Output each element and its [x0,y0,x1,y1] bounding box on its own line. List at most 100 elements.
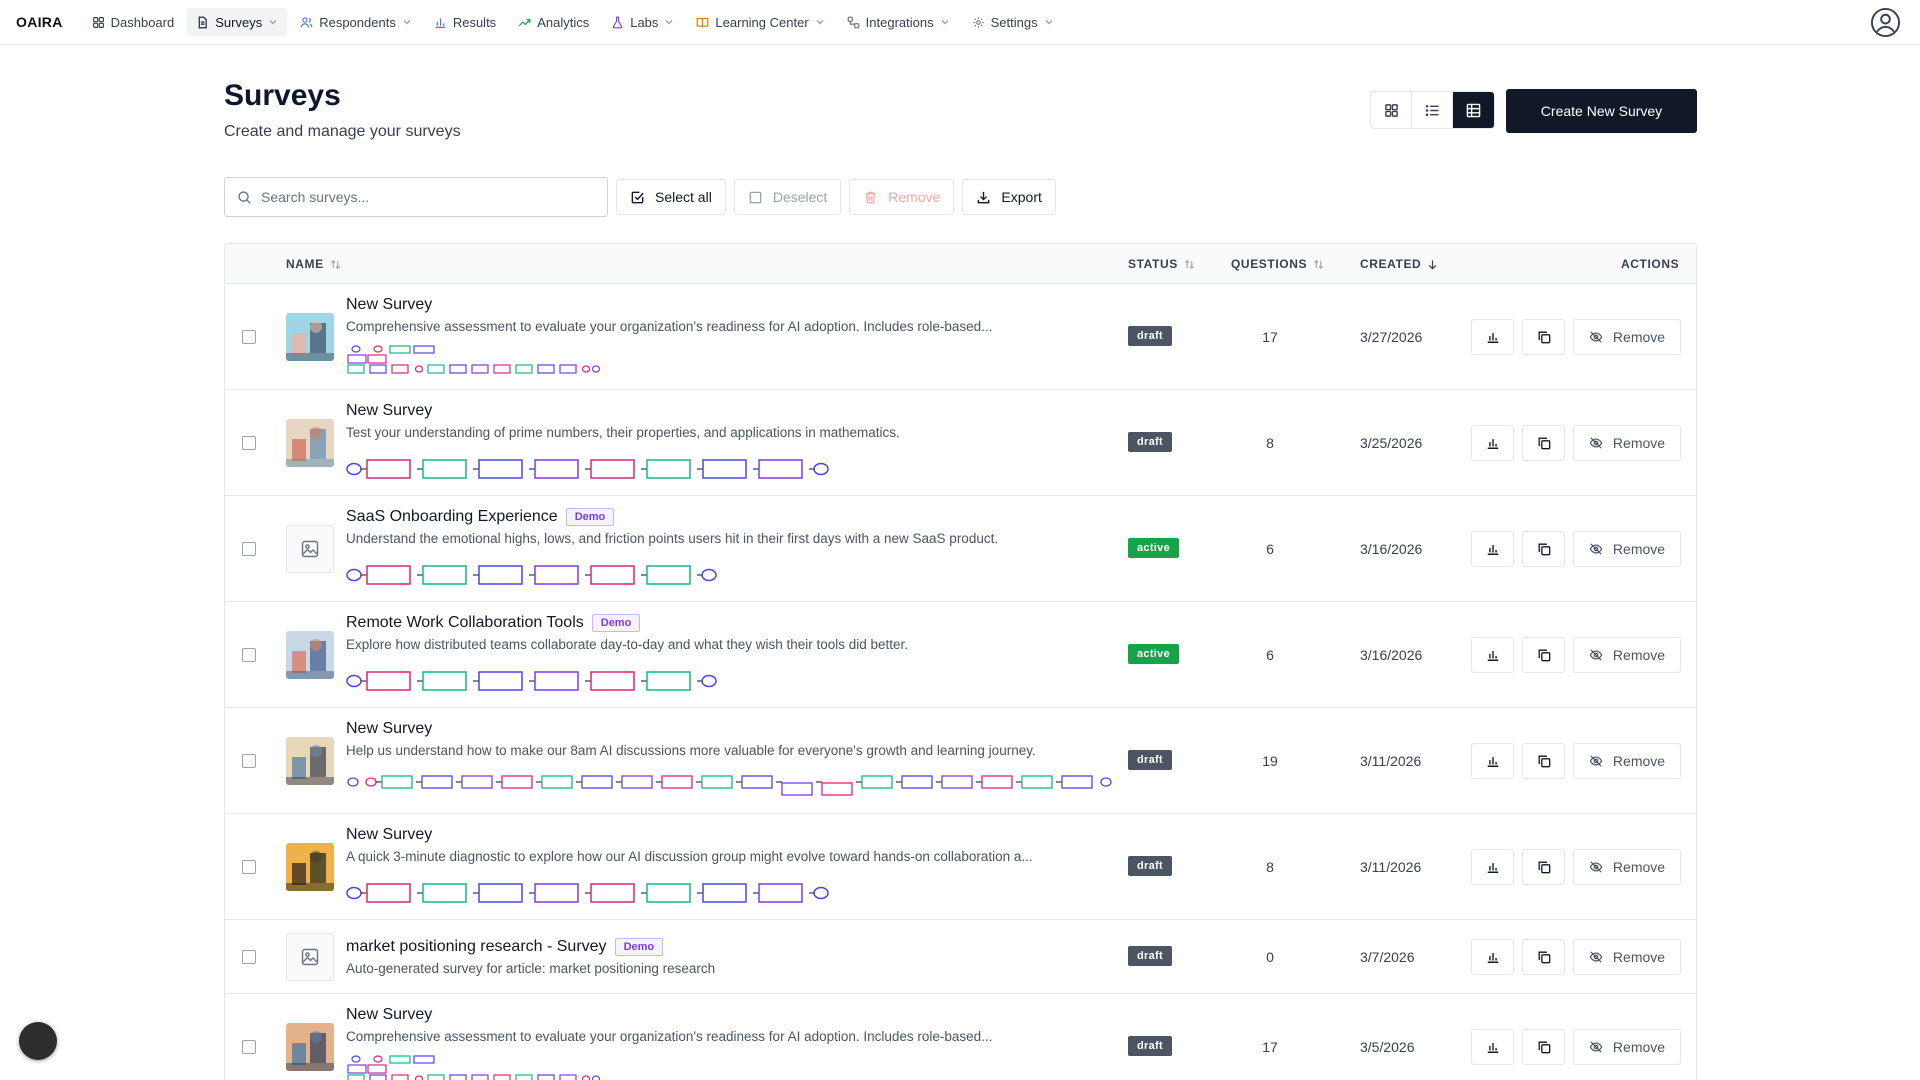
user-account-icon[interactable] [1870,7,1901,38]
view-results-button[interactable] [1471,531,1514,567]
row-checkbox[interactable] [242,330,256,344]
remove-label: Remove [1612,859,1666,875]
survey-title[interactable]: market positioning research - Survey [346,938,607,956]
remove-button[interactable]: Remove [1573,637,1681,673]
image-placeholder-icon [301,540,319,558]
column-header-questions[interactable]: QUESTIONS [1231,257,1324,271]
sort-icon [330,259,340,269]
survey-title[interactable]: Remote Work Collaboration Tools [346,614,584,632]
table-row[interactable]: market positioning research - Survey Demo… [225,920,1696,994]
brand-logo[interactable]: OAIRA [16,14,63,30]
duplicate-button[interactable] [1522,637,1565,673]
nav-item-analytics[interactable]: Analytics [509,8,598,36]
select-all-button[interactable]: Select all [616,179,726,215]
survey-thumbnail [286,933,334,981]
table-row[interactable]: Remote Work Collaboration Tools Demo Explo… [225,602,1696,708]
survey-description: Help us understand how to make our 8am A… [346,743,1036,758]
remove-label: Remove [1612,541,1666,557]
row-checkbox[interactable] [242,1040,256,1054]
duplicate-button[interactable] [1522,939,1565,975]
nav-item-learning-center[interactable]: Learning Center [687,8,833,36]
nav-item-integrations[interactable]: Integrations [838,8,959,36]
survey-title-row: New Survey [346,402,432,420]
nav-item-labs[interactable]: Labs [602,8,683,36]
page-title: Surveys [224,79,341,112]
nav-item-surveys[interactable]: Surveys [187,8,288,36]
duplicate-button[interactable] [1522,849,1565,885]
floating-action-button[interactable] [19,1022,57,1060]
survey-description: Understand the emotional highs, lows, an… [346,531,999,546]
row-checkbox[interactable] [242,860,256,874]
survey-title[interactable]: New Survey [346,1006,432,1024]
search-input[interactable] [261,189,581,205]
eye-off-icon [1589,543,1603,555]
duplicate-button[interactable] [1522,531,1565,567]
column-header-status[interactable]: STATUS [1128,257,1195,271]
row-checkbox[interactable] [242,648,256,662]
view-results-button[interactable] [1471,319,1514,355]
table-row[interactable]: New Survey Comprehensive assessment to ev… [225,284,1696,390]
survey-title-row: market positioning research - Survey Demo [346,938,664,956]
column-header-created[interactable]: CREATED [1360,257,1438,271]
question-flow-diagram [346,459,829,479]
view-results-button[interactable] [1471,849,1514,885]
list-view-button[interactable] [1412,92,1453,128]
nav-item-respondents[interactable]: Respondents [291,8,421,36]
duplicate-button[interactable] [1522,743,1565,779]
remove-button[interactable]: Remove [1573,849,1681,885]
view-results-button[interactable] [1471,425,1514,461]
column-header-label: CREATED [1360,257,1422,271]
create-new-survey-button[interactable]: Create New Survey [1506,89,1697,133]
row-checkbox[interactable] [242,436,256,450]
remove-button[interactable]: Remove [1573,743,1681,779]
question-count: 17 [1262,1039,1278,1055]
row-checkbox[interactable] [242,542,256,556]
table-row[interactable]: New Survey Comprehensive assessment to ev… [225,994,1696,1080]
remove-button[interactable]: Remove [1573,425,1681,461]
row-checkbox[interactable] [242,950,256,964]
row-checkbox[interactable] [242,754,256,768]
nav-item-dashboard[interactable]: Dashboard [83,8,184,36]
bar-chart-icon [1487,439,1498,449]
survey-title-row: SaaS Onboarding Experience Demo [346,508,615,526]
remove-button[interactable]: Remove [1573,939,1681,975]
bar-chart-icon [1487,863,1498,873]
remove-button[interactable]: Remove [1573,319,1681,355]
survey-title[interactable]: New Survey [346,720,432,738]
survey-title[interactable]: SaaS Onboarding Experience [346,508,558,526]
survey-title[interactable]: New Survey [346,296,432,314]
remove-label: Remove [1612,329,1666,345]
survey-title[interactable]: New Survey [346,402,432,420]
view-results-button[interactable] [1471,1029,1514,1065]
survey-title[interactable]: New Survey [346,826,432,844]
remove-button[interactable]: Remove [1573,1029,1681,1065]
table-row[interactable]: New Survey Help us understand how to make… [225,708,1696,814]
nav-item-settings[interactable]: Settings [963,8,1063,36]
remove-button[interactable]: Remove [1573,531,1681,567]
question-count: 6 [1266,647,1274,663]
nav-item-results[interactable]: Results [425,8,505,36]
table-row[interactable]: SaaS Onboarding Experience Demo Understand… [225,496,1696,602]
table-view-button[interactable] [1453,92,1494,128]
bulk-remove-button[interactable]: Remove [849,179,955,215]
duplicate-button[interactable] [1522,1029,1565,1065]
survey-thumbnail-image [286,419,334,467]
export-button[interactable]: Export [962,179,1056,215]
grid-view-button[interactable] [1371,92,1412,128]
column-header-name[interactable]: NAME [286,257,341,271]
view-results-button[interactable] [1471,637,1514,673]
duplicate-button[interactable] [1522,425,1565,461]
duplicate-button[interactable] [1522,319,1565,355]
view-results-button[interactable] [1471,939,1514,975]
survey-title-row: New Survey [346,720,432,738]
deselect-button[interactable]: Deselect [733,179,842,215]
sort-desc-icon [1429,259,1437,269]
table-row[interactable]: New Survey Test your understanding of pri… [225,390,1696,496]
remove-label: Remove [1612,753,1666,769]
survey-description: Auto-generated survey for article: marke… [346,961,716,976]
question-count: 8 [1266,859,1274,875]
table-row[interactable]: New Survey A quick 3-minute diagnostic to… [225,814,1696,920]
sort-icon [1184,259,1194,269]
users-icon [300,16,313,27]
view-results-button[interactable] [1471,743,1514,779]
